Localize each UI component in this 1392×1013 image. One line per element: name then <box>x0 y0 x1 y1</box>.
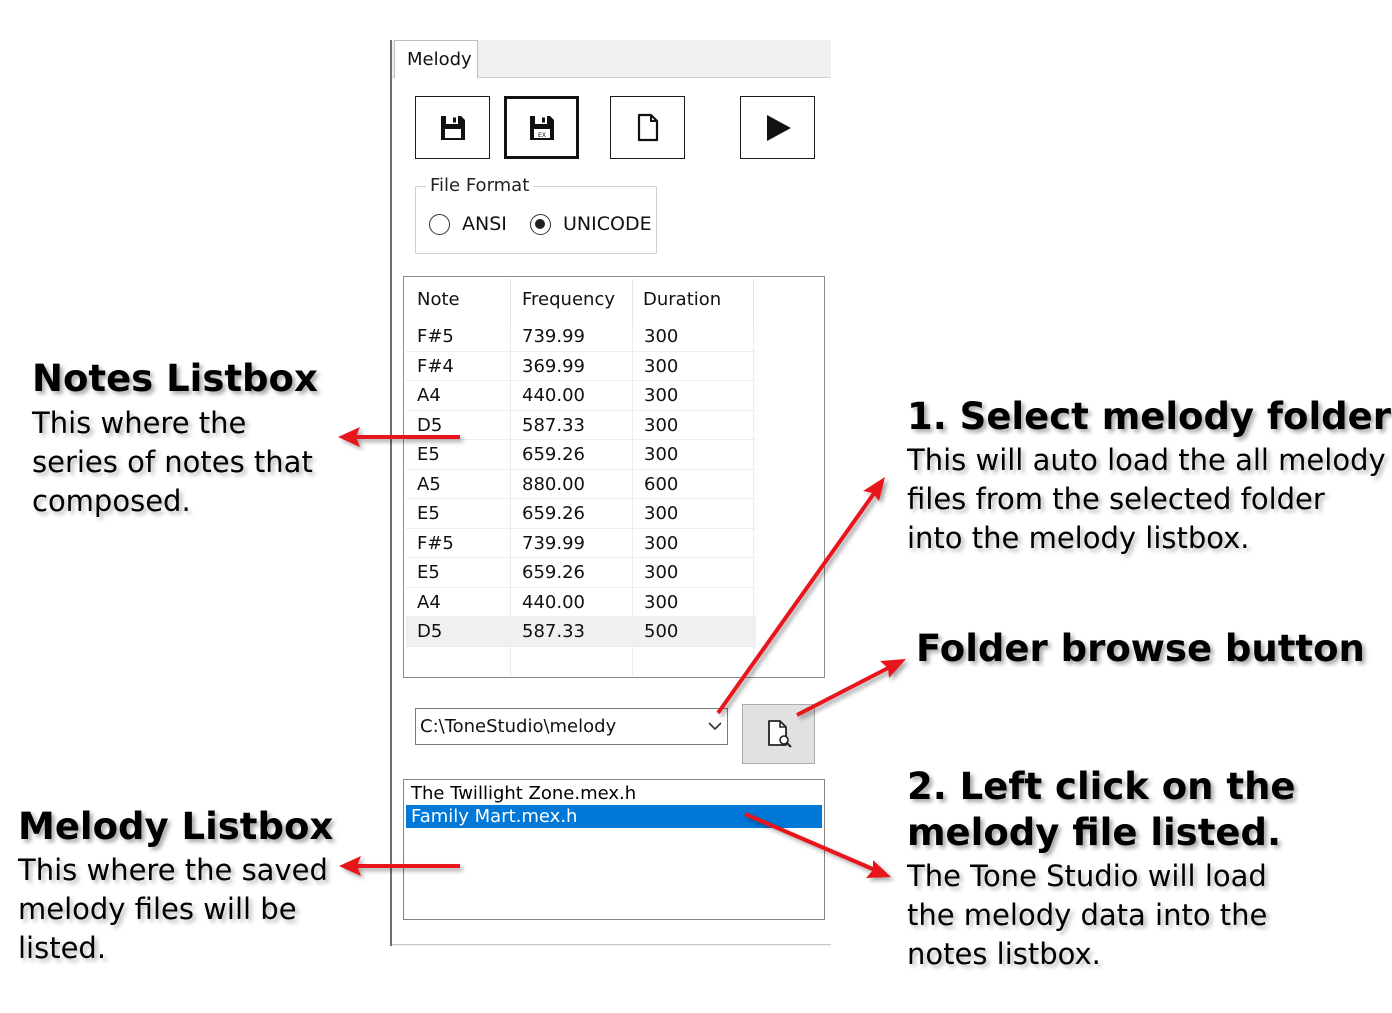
annotation-arrows <box>338 427 906 878</box>
arrow-melody-listbox <box>339 856 460 876</box>
arrow-browse-button <box>796 659 906 717</box>
arrow-select-folder <box>716 477 885 715</box>
arrow-left-click <box>744 812 891 878</box>
arrow-notes-listbox <box>338 427 460 447</box>
